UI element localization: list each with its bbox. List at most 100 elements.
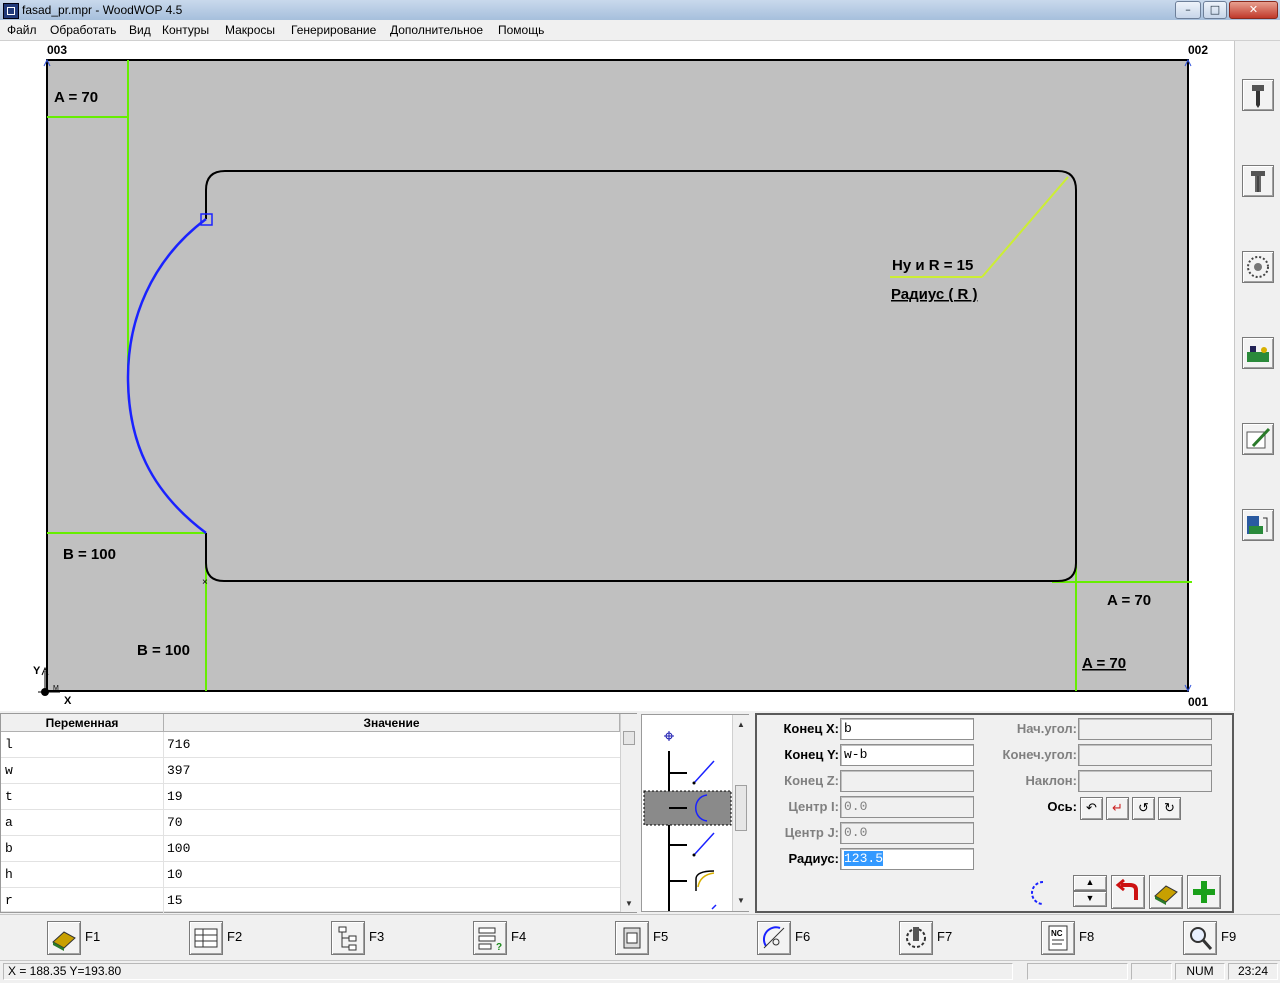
variable-name: r xyxy=(5,893,13,908)
scroll-down-arrow-icon[interactable]: ▼ xyxy=(621,896,637,912)
dim-label-a-top-left[interactable]: A = 70 xyxy=(54,89,98,106)
table-row[interactable]: t 19 xyxy=(1,784,620,810)
axis-undo-button[interactable]: ↶ xyxy=(1080,797,1103,820)
table-row[interactable]: b 100 xyxy=(1,836,620,862)
scroll-up-arrow-icon[interactable]: ▲ xyxy=(733,717,749,733)
red-undo-icon xyxy=(1115,878,1138,900)
table-row[interactable]: l 716 xyxy=(1,732,620,758)
variable-value[interactable]: 10 xyxy=(167,867,183,882)
radius-caption-label[interactable]: Радиус ( R ) xyxy=(891,286,978,303)
dim-label-a-bottom-right[interactable]: A = 70 xyxy=(1082,655,1126,672)
table-row[interactable]: r 15 xyxy=(1,888,620,914)
column-header-variable[interactable]: Переменная xyxy=(1,714,164,732)
f8-label: F8 xyxy=(1079,929,1095,944)
end-x-field[interactable]: b xyxy=(840,718,974,740)
axis-rotate-ccw-button[interactable]: ↺ xyxy=(1132,797,1155,820)
variable-name: a xyxy=(5,815,13,830)
axis-return-button[interactable]: ↵ xyxy=(1106,797,1129,820)
f4-button[interactable]: ? F4 xyxy=(473,921,543,955)
menu-file[interactable]: Файл xyxy=(7,23,37,37)
move-up-button[interactable]: ▲ xyxy=(1073,875,1107,891)
move-down-button[interactable]: ▼ xyxy=(1073,891,1107,907)
axis-m-label: M xyxy=(53,685,59,692)
center-j-field[interactable]: 0.0 xyxy=(840,822,974,844)
drill-horizontal-button[interactable] xyxy=(1242,165,1274,197)
f6-button[interactable]: F6 xyxy=(757,921,827,955)
variable-value[interactable]: 19 xyxy=(167,789,183,804)
variable-value[interactable]: 15 xyxy=(167,893,183,908)
maximize-button[interactable]: □ xyxy=(1203,1,1227,19)
f7-button[interactable]: F7 xyxy=(899,921,969,955)
radius-field[interactable]: 123.5 xyxy=(840,848,974,870)
contour-tree-scrollbar[interactable]: ▲ ▼ xyxy=(732,715,749,911)
undo-element-button[interactable] xyxy=(1111,875,1145,909)
menu-extra[interactable]: Дополнительное xyxy=(390,23,483,37)
variable-value[interactable]: 100 xyxy=(167,841,190,856)
minimize-button[interactable]: – xyxy=(1175,1,1201,19)
start-angle-field[interactable] xyxy=(1078,718,1212,740)
f5-button[interactable]: F5 xyxy=(615,921,685,955)
dim-label-a-right[interactable]: A = 70 xyxy=(1107,592,1151,609)
menu-contours[interactable]: Контуры xyxy=(162,23,209,37)
f3-button[interactable]: F3 xyxy=(331,921,401,955)
menu-generate[interactable]: Генерирование xyxy=(291,23,376,37)
table-row[interactable]: a 70 xyxy=(1,810,620,836)
tree-item-arc-selected[interactable] xyxy=(643,790,732,826)
function-keys-bar: F1 F2 F3 ? F4 F5 F6 F7 NC F8 F9 xyxy=(0,914,1280,960)
drill-vertical-button[interactable] xyxy=(1242,79,1274,111)
f2-button[interactable]: F2 xyxy=(189,921,259,955)
status-bar: X = 188.35 Y=193.80 NUM 23:24 xyxy=(0,960,1280,983)
book-button[interactable] xyxy=(1149,875,1183,909)
variables-table: Переменная Значение l 716 w 397 t 19 a 70 b 1… xyxy=(0,713,637,914)
scrollbar-thumb[interactable] xyxy=(735,785,747,831)
variable-value[interactable]: 397 xyxy=(167,763,190,778)
end-z-field[interactable] xyxy=(840,770,974,792)
menu-macros[interactable]: Макросы xyxy=(225,23,275,37)
unit-button[interactable] xyxy=(1242,337,1274,369)
table-row[interactable]: h 10 xyxy=(1,862,620,888)
variables-scrollbar[interactable]: ▼ xyxy=(620,714,637,912)
radius-value-label[interactable]: Ну и R = 15 xyxy=(892,257,973,274)
f1-button[interactable]: F1 xyxy=(47,921,117,955)
menu-view[interactable]: Вид xyxy=(129,23,151,37)
right-toolbar xyxy=(1234,41,1280,711)
tree-item-line-1[interactable] xyxy=(669,760,715,785)
scroll-down-arrow-icon[interactable]: ▼ xyxy=(733,893,749,909)
center-i-field[interactable]: 0.0 xyxy=(840,796,974,818)
tree-item-line-3[interactable] xyxy=(711,904,717,910)
variable-value[interactable]: 716 xyxy=(167,737,190,752)
database-button[interactable] xyxy=(1242,509,1274,541)
dim-label-b-bottom[interactable]: B = 100 xyxy=(137,642,190,659)
column-header-value[interactable]: Значение xyxy=(164,714,620,732)
corner-label-001: 001 xyxy=(1188,695,1208,709)
variable-value[interactable]: 70 xyxy=(167,815,183,830)
variable-name: h xyxy=(5,867,13,882)
saw-button[interactable] xyxy=(1242,251,1274,283)
close-button[interactable]: ✕ xyxy=(1229,1,1278,19)
tree-item-corner-arc[interactable] xyxy=(669,870,715,891)
add-element-button[interactable] xyxy=(1187,875,1221,909)
axis-rotate-cw-button[interactable]: ↻ xyxy=(1158,797,1181,820)
slope-field[interactable] xyxy=(1078,770,1212,792)
menu-process[interactable]: Обработать xyxy=(50,23,116,37)
tree-start-point-icon[interactable] xyxy=(664,731,674,741)
status-time: 23:24 xyxy=(1228,963,1278,980)
arc-direction-icon[interactable] xyxy=(1029,879,1057,907)
end-angle-field[interactable] xyxy=(1078,744,1212,766)
edit-button[interactable] xyxy=(1242,423,1274,455)
scrollbar-thumb[interactable] xyxy=(623,731,635,745)
center-i-label: Центр I: xyxy=(788,799,839,814)
list-query-icon: ? xyxy=(478,927,502,953)
database-icon xyxy=(1247,516,1268,534)
tree-item-line-2[interactable] xyxy=(669,832,715,857)
f8-button[interactable]: NC F8 xyxy=(1041,921,1111,955)
drawing-canvas[interactable]: 003 002 001 × A = 70 B = 100 B = 100 A =… xyxy=(0,41,1234,711)
corner-label-003: 003 xyxy=(47,43,67,57)
f5-label: F5 xyxy=(653,929,669,944)
dim-label-b-left[interactable]: B = 100 xyxy=(63,546,116,563)
end-y-field[interactable]: w-b xyxy=(840,744,974,766)
f9-button[interactable]: F9 xyxy=(1183,921,1253,955)
menu-help[interactable]: Помощь xyxy=(498,23,544,37)
table-row[interactable]: w 397 xyxy=(1,758,620,784)
variable-name: l xyxy=(5,737,13,752)
